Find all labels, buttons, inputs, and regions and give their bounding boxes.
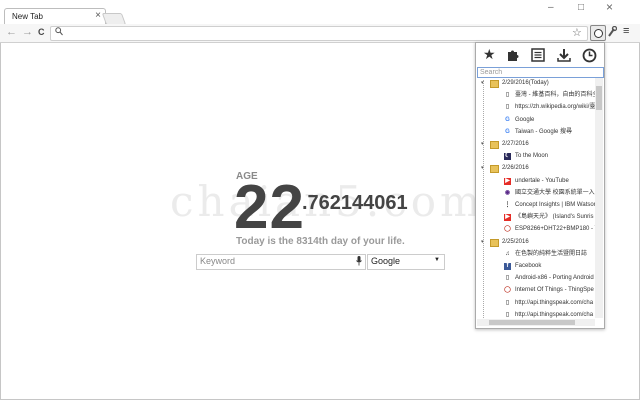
youtube-icon: ▶	[504, 177, 511, 185]
reload-icon[interactable]: C	[38, 27, 45, 37]
headset-icon: ♫	[504, 250, 511, 258]
puzzle-icon[interactable]	[506, 48, 520, 62]
horizontal-scrollbar[interactable]	[477, 319, 595, 326]
maximize-button[interactable]: □	[578, 2, 584, 13]
search-engine-value: Google	[371, 256, 401, 266]
history-tree: ▾ 2/29/2016(Today) ▯ 臺灣 - 維基百科，自由的百科全 ▯ https…	[477, 78, 595, 318]
expand-toggle-icon[interactable]: ▾	[481, 78, 484, 89]
bookmark-star-icon[interactable]: ☆	[572, 26, 582, 39]
moon-icon: ☾	[504, 153, 511, 161]
page-icon: ▯	[504, 92, 511, 100]
google-icon: G	[504, 128, 511, 136]
day-count-text: Today is the 8314th day of your life.	[236, 236, 405, 247]
history-search-input[interactable]: Search	[477, 67, 604, 78]
history-item-title: 《島嶼天光》 (Island's Sunris	[515, 214, 594, 221]
page-icon: ▯	[504, 275, 511, 283]
scrollbar-thumb[interactable]	[489, 320, 575, 325]
history-item-title: 國立交通大學 校園系統單一入	[515, 189, 595, 196]
wrench-icon[interactable]	[607, 26, 617, 38]
youtube-icon: ▶	[504, 214, 511, 222]
nctu-icon: ◉	[504, 189, 511, 197]
star-icon[interactable]: ★	[483, 46, 496, 63]
tab-close-icon[interactable]: ×	[95, 10, 101, 21]
browser-toolbar: ← → C ☆	[0, 24, 640, 43]
folder-icon	[490, 238, 499, 247]
google-icon: G	[504, 116, 511, 124]
scrollbar-thumb[interactable]	[596, 86, 602, 110]
forward-icon[interactable]: →	[22, 26, 33, 38]
history-popup: ★ Search ▾ 2/29/2016(Today) ▯ 臺灣 - 維基百科，自由的…	[475, 42, 605, 329]
microphone-icon[interactable]	[356, 256, 362, 266]
history-item-title: Google	[515, 116, 535, 123]
history-date-label: 2/25/2016	[502, 238, 529, 245]
history-item-title: 在色製的純粹生活暨開日誌	[515, 250, 588, 257]
history-date-label: 2/26/2016	[502, 165, 529, 172]
folder-icon	[490, 141, 499, 149]
close-window-button[interactable]: ×	[606, 0, 613, 14]
history-item-title: https://zh.wikipedia.org/wiki/臺	[515, 104, 595, 111]
page-icon: ▯	[504, 299, 511, 307]
title-bar: New Tab × – □ ×	[0, 0, 640, 26]
history-item-title: 臺灣 - 維基百科，自由的百科全	[515, 92, 595, 99]
page-icon: ▯	[504, 104, 511, 112]
thingspeak-icon: ◯	[504, 226, 511, 234]
search-icon	[55, 27, 63, 36]
folder-icon	[490, 165, 499, 174]
history-item-title: Taiwan - Google 搜尋	[515, 128, 573, 135]
history-item-title: ESP8266+DHT22+BMP180 - T	[515, 226, 595, 233]
history-date-label: 2/29/2016(Today)	[502, 80, 549, 86]
history-item-title: http://api.thingspeak.com/cha	[515, 299, 594, 306]
history-item-title: Facebook	[515, 263, 542, 269]
address-bar[interactable]: ☆	[50, 26, 588, 41]
popup-tab-bar: ★	[476, 43, 604, 67]
document-icon[interactable]	[531, 48, 545, 62]
download-icon[interactable]	[557, 48, 571, 62]
history-item-title: Internet Of Things - ThingSpe	[515, 287, 594, 294]
history-item-title: Android-x86 - Porting Android	[515, 275, 594, 282]
chevron-down-icon: ▼	[434, 257, 440, 263]
age-integer: 22	[234, 173, 305, 242]
ibm-icon: ⋮	[504, 202, 511, 209]
history-item-title: http://api.thingspeak.com/cha	[515, 311, 594, 318]
page-icon: ▯	[504, 311, 511, 318]
keyword-search-input[interactable]: Keyword	[196, 254, 366, 270]
extension-icon	[594, 29, 603, 38]
tab-title: New Tab	[12, 12, 43, 21]
thingspeak-icon: ◯	[504, 287, 511, 295]
age-decimal: .762144061	[302, 192, 408, 214]
facebook-icon: f	[504, 263, 511, 270]
history-date-label: 2/27/2016	[502, 141, 529, 147]
clock-icon[interactable]	[582, 48, 597, 63]
minimize-button[interactable]: –	[548, 2, 554, 13]
history-item-title: To the Moon	[515, 153, 549, 160]
expand-toggle-icon[interactable]: ▾	[481, 139, 484, 150]
vertical-scrollbar[interactable]	[595, 78, 603, 318]
expand-toggle-icon[interactable]: ▾	[481, 163, 484, 174]
extension-button[interactable]	[590, 25, 606, 41]
folder-icon	[490, 80, 499, 88]
history-item-title: Concept Insights | IBM Watson	[515, 202, 595, 208]
back-icon[interactable]: ←	[6, 26, 17, 38]
expand-toggle-icon[interactable]: ▾	[481, 237, 484, 248]
search-engine-select[interactable]: Google ▼	[367, 254, 445, 270]
menu-icon[interactable]: ≡	[623, 25, 629, 37]
keyword-placeholder: Keyword	[200, 256, 236, 266]
history-item-title: undertale - YouTube	[515, 177, 569, 184]
